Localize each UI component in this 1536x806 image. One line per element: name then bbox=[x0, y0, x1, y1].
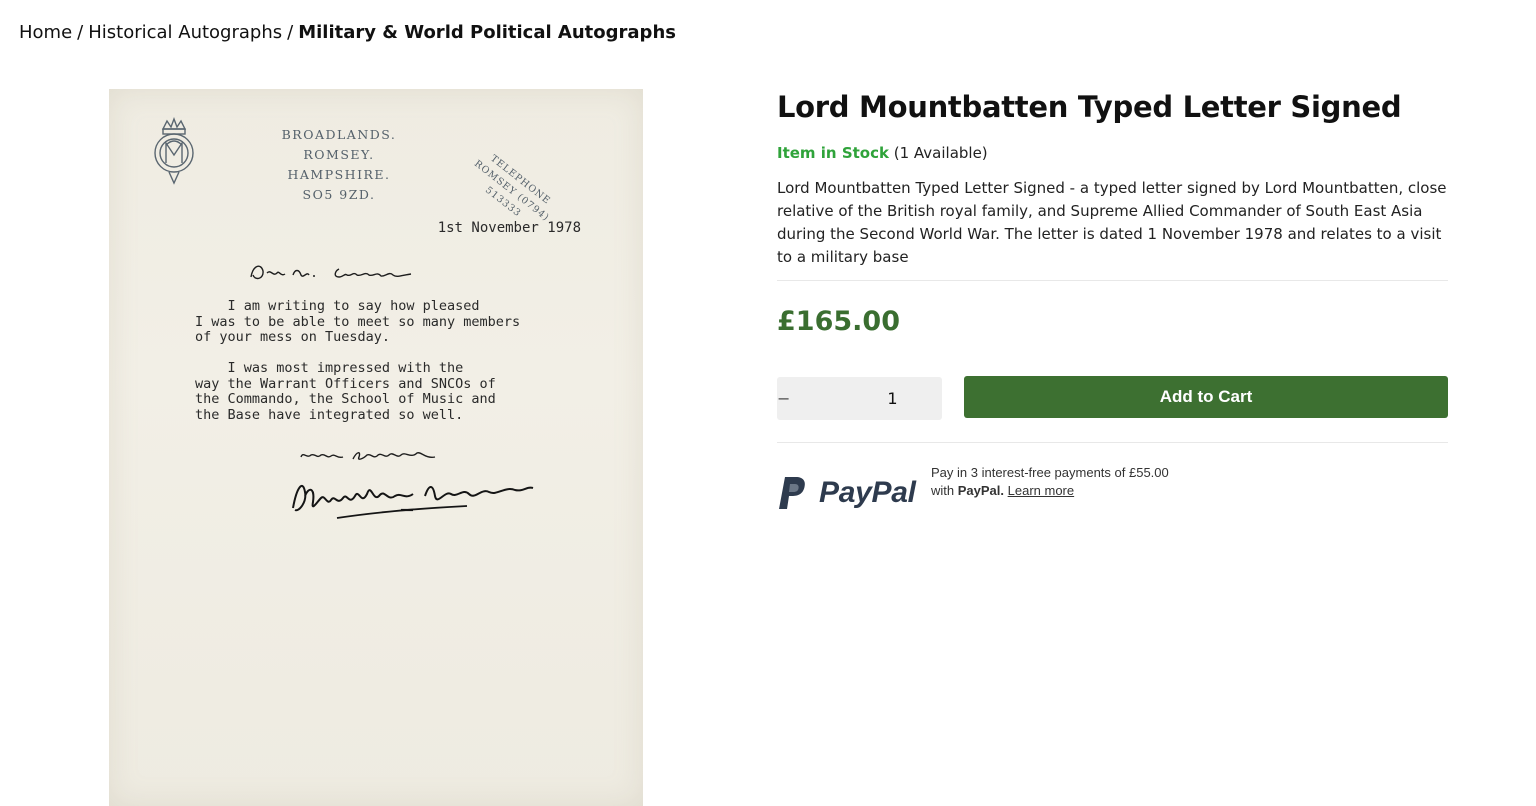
breadcrumb-current: Military & World Political Autographs bbox=[298, 22, 676, 43]
breadcrumb: Home / Historical Autographs / Military & Wo… bbox=[19, 22, 676, 43]
paypal-message: Pay in 3 interest-free payments of £55.0… bbox=[931, 464, 1231, 500]
stock-label: Item in Stock bbox=[777, 144, 889, 162]
divider bbox=[777, 442, 1448, 443]
letterhead-address: BROADLANDS. ROMSEY. HAMPSHIRE. SO5 9ZD. bbox=[281, 127, 397, 202]
letter-body: I am writing to say how pleased I was to… bbox=[195, 298, 521, 423]
product-title: Lord Mountbatten Typed Letter Signed bbox=[777, 90, 1402, 124]
breadcrumb-home-link[interactable]: Home bbox=[19, 22, 72, 43]
stock-status: Item in Stock (1 Available) bbox=[777, 144, 988, 162]
paypal-logo[interactable]: PayPal bbox=[777, 475, 916, 511]
quantity-stepper: − + bbox=[777, 377, 1008, 420]
divider bbox=[777, 280, 1448, 281]
letter-date: 1st November 1978 bbox=[437, 220, 581, 236]
breadcrumb-separator: / bbox=[77, 22, 84, 43]
product-image[interactable]: BROADLANDS. ROMSEY. HAMPSHIRE. SO5 9ZD. … bbox=[109, 89, 643, 806]
product-price: £165.00 bbox=[777, 306, 900, 337]
paypal-learn-more-link[interactable]: Learn more bbox=[1008, 483, 1074, 498]
paypal-icon bbox=[779, 477, 805, 509]
stock-count: (1 Available) bbox=[893, 144, 988, 162]
paypal-brand: PayPal. bbox=[957, 483, 1005, 498]
salutation-handwriting bbox=[250, 265, 412, 280]
signature-icon bbox=[292, 484, 534, 519]
breadcrumb-category-link[interactable]: Historical Autographs bbox=[88, 22, 282, 43]
paypal-wordmark: PayPal bbox=[819, 476, 916, 509]
paypal-with: with bbox=[931, 483, 955, 498]
crest-icon bbox=[154, 117, 194, 185]
decrement-button[interactable]: − bbox=[777, 389, 790, 408]
paypal-installments: Pay in 3 interest-free payments of £55.0… bbox=[931, 465, 1169, 480]
add-to-cart-button[interactable]: Add to Cart bbox=[964, 376, 1448, 418]
product-description: Lord Mountbatten Typed Letter Signed - a… bbox=[777, 179, 1447, 266]
valediction-handwriting bbox=[300, 451, 436, 460]
breadcrumb-separator: / bbox=[287, 22, 294, 43]
